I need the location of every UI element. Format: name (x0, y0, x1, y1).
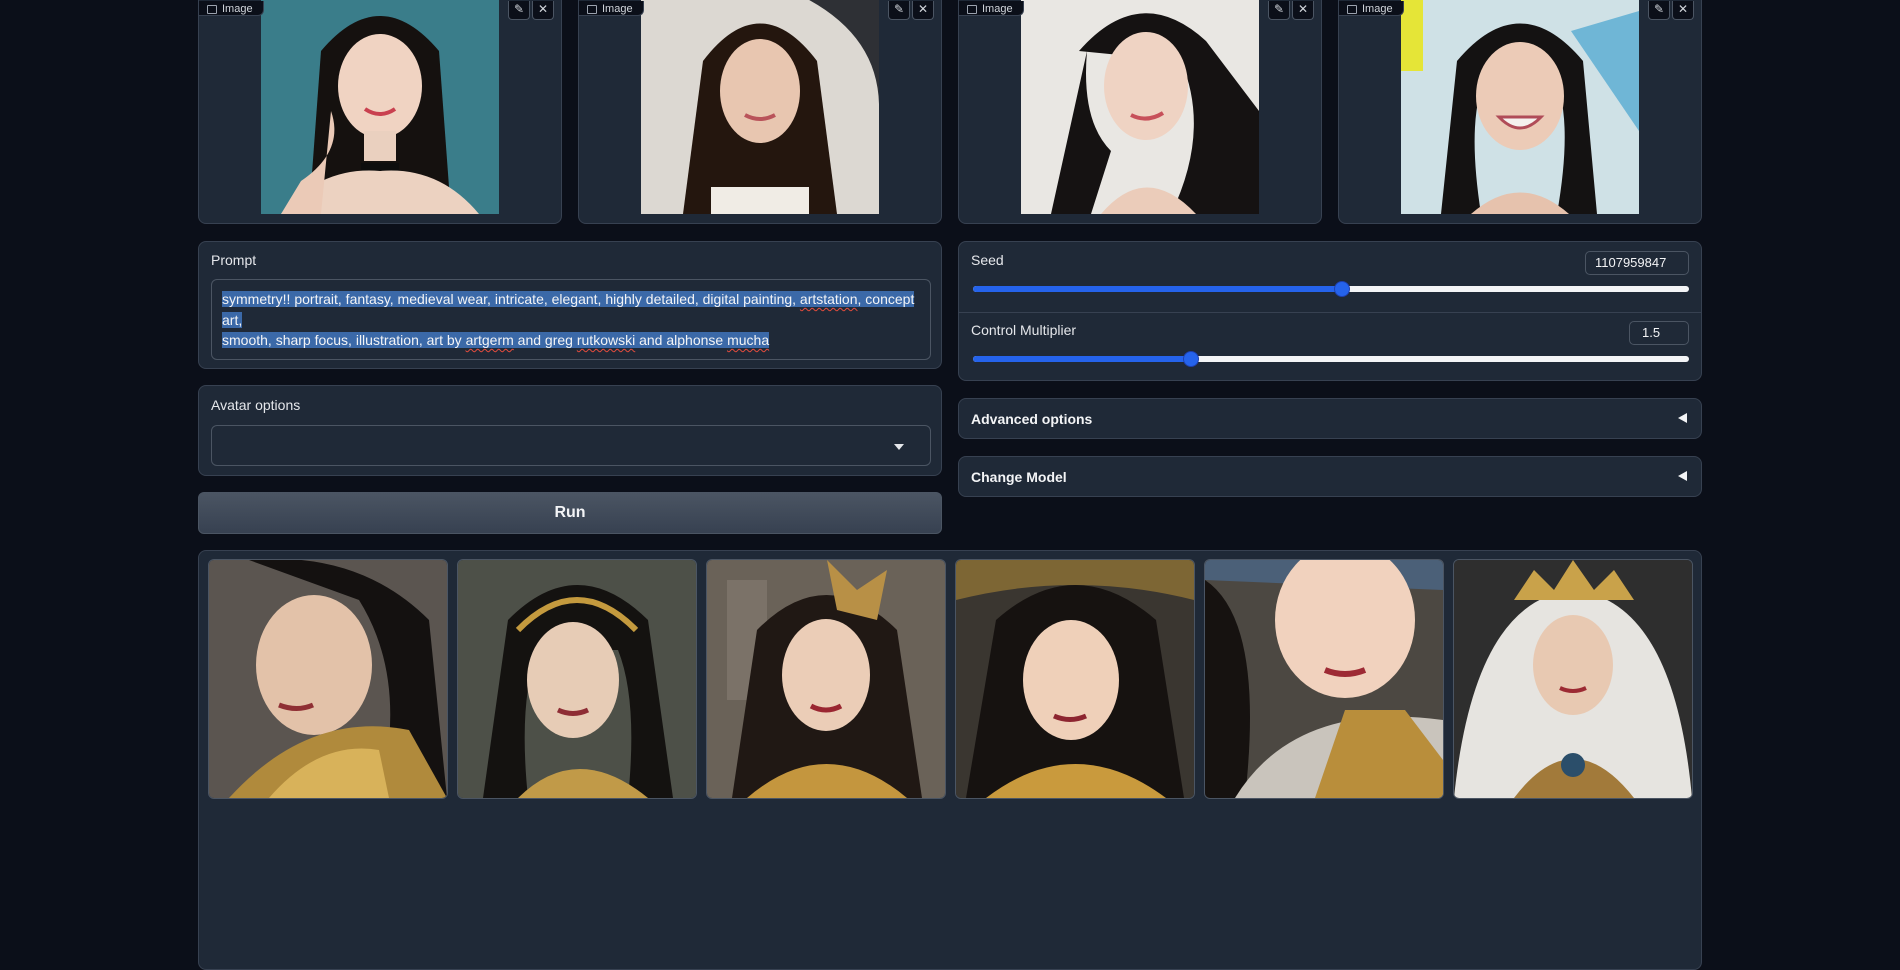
edit-button[interactable]: ✎ (508, 1, 530, 20)
gallery-image-5[interactable] (1204, 559, 1444, 799)
selected-text: smooth, sharp focus, illustration, art b… (222, 332, 770, 348)
collapse-arrow-icon (1678, 471, 1687, 481)
clear-button[interactable]: ✕ (532, 1, 554, 20)
selected-text: symmetry!! portrait, fantasy, medieval w… (222, 291, 915, 328)
seed-label: Seed (971, 252, 1004, 268)
output-gallery (198, 550, 1702, 970)
avatar-options-panel: Avatar options (198, 385, 942, 476)
input-image-panel-1[interactable]: Image ✎ ✕ (198, 0, 562, 224)
advanced-options-title: Advanced options (971, 411, 1093, 427)
collapse-arrow-icon (1678, 413, 1687, 423)
image-icon (967, 5, 977, 14)
seed-slider-thumb[interactable] (1334, 281, 1351, 297)
edit-button[interactable]: ✎ (888, 1, 910, 20)
image-icon (1347, 5, 1357, 14)
prompt-text: symmetry!! portrait, fantasy, medieval w… (222, 291, 800, 307)
prompt-text: and alphonse (635, 332, 728, 348)
misspelled-word: artgerm (465, 332, 514, 348)
avatar-options-dropdown[interactable] (211, 425, 931, 466)
gallery-image-3[interactable] (706, 559, 946, 799)
portrait-image-4 (1401, 0, 1639, 214)
input-image-panel-3[interactable]: Image ✎ ✕ (958, 0, 1322, 224)
seed-slider-fill (973, 286, 1343, 292)
prompt-panel: Prompt symmetry!! portrait, fantasy, med… (198, 241, 942, 369)
divider (959, 312, 1701, 313)
clear-button[interactable]: ✕ (912, 1, 934, 20)
portrait-image-2 (641, 0, 879, 214)
seed-number-input[interactable]: 1107959847 (1585, 251, 1689, 275)
control-multiplier-number-input[interactable]: 1.5 (1629, 321, 1689, 345)
misspelled-word: mucha (727, 332, 770, 348)
change-model-accordion[interactable]: Change Model (958, 456, 1702, 497)
input-image-label-2: Image (579, 1, 644, 16)
clear-button[interactable]: ✕ (1672, 1, 1694, 20)
control-multiplier-slider[interactable] (973, 351, 1689, 367)
misspelled-word: artstation (799, 291, 858, 307)
input-image-panel-4[interactable]: Image ✎ ✕ (1338, 0, 1702, 224)
change-model-title: Change Model (971, 469, 1067, 485)
edit-button[interactable]: ✎ (1268, 1, 1290, 20)
control-multiplier-label: Control Multiplier (971, 322, 1077, 338)
clear-button[interactable]: ✕ (1292, 1, 1314, 20)
image-icon (587, 5, 597, 14)
avatar-options-label: Avatar options (211, 397, 301, 413)
prompt-text: and greg (513, 332, 577, 348)
input-image-label-1: Image (199, 1, 264, 16)
sliders-panel: Seed 1107959847 Control Multiplier 1.5 (958, 241, 1702, 381)
prompt-label: Prompt (211, 252, 257, 268)
input-image-label-4: Image (1339, 1, 1404, 16)
prompt-line-1: symmetry!! portrait, fantasy, medieval w… (222, 289, 920, 330)
chevron-down-icon (894, 444, 904, 450)
misspelled-word: rutkowski (576, 332, 636, 348)
gallery-image-6[interactable] (1453, 559, 1693, 799)
input-image-panel-2[interactable]: Image ✎ ✕ (578, 0, 942, 224)
run-button[interactable]: Run (198, 492, 942, 534)
gallery-image-2[interactable] (457, 559, 697, 799)
gallery-image-1[interactable] (208, 559, 448, 799)
control-multiplier-slider-thumb[interactable] (1183, 351, 1200, 367)
portrait-image-3 (1021, 0, 1259, 214)
prompt-text: smooth, sharp focus, illustration, art b… (222, 332, 466, 348)
advanced-options-accordion[interactable]: Advanced options (958, 398, 1702, 439)
portrait-image-1 (261, 0, 499, 214)
prompt-textarea[interactable]: symmetry!! portrait, fantasy, medieval w… (211, 279, 931, 360)
seed-slider[interactable] (973, 281, 1689, 297)
control-multiplier-slider-fill (973, 356, 1192, 362)
input-image-label-3: Image (959, 1, 1024, 16)
image-icon (207, 5, 217, 14)
prompt-line-2: smooth, sharp focus, illustration, art b… (222, 330, 920, 351)
edit-button[interactable]: ✎ (1648, 1, 1670, 20)
gallery-image-4[interactable] (955, 559, 1195, 799)
